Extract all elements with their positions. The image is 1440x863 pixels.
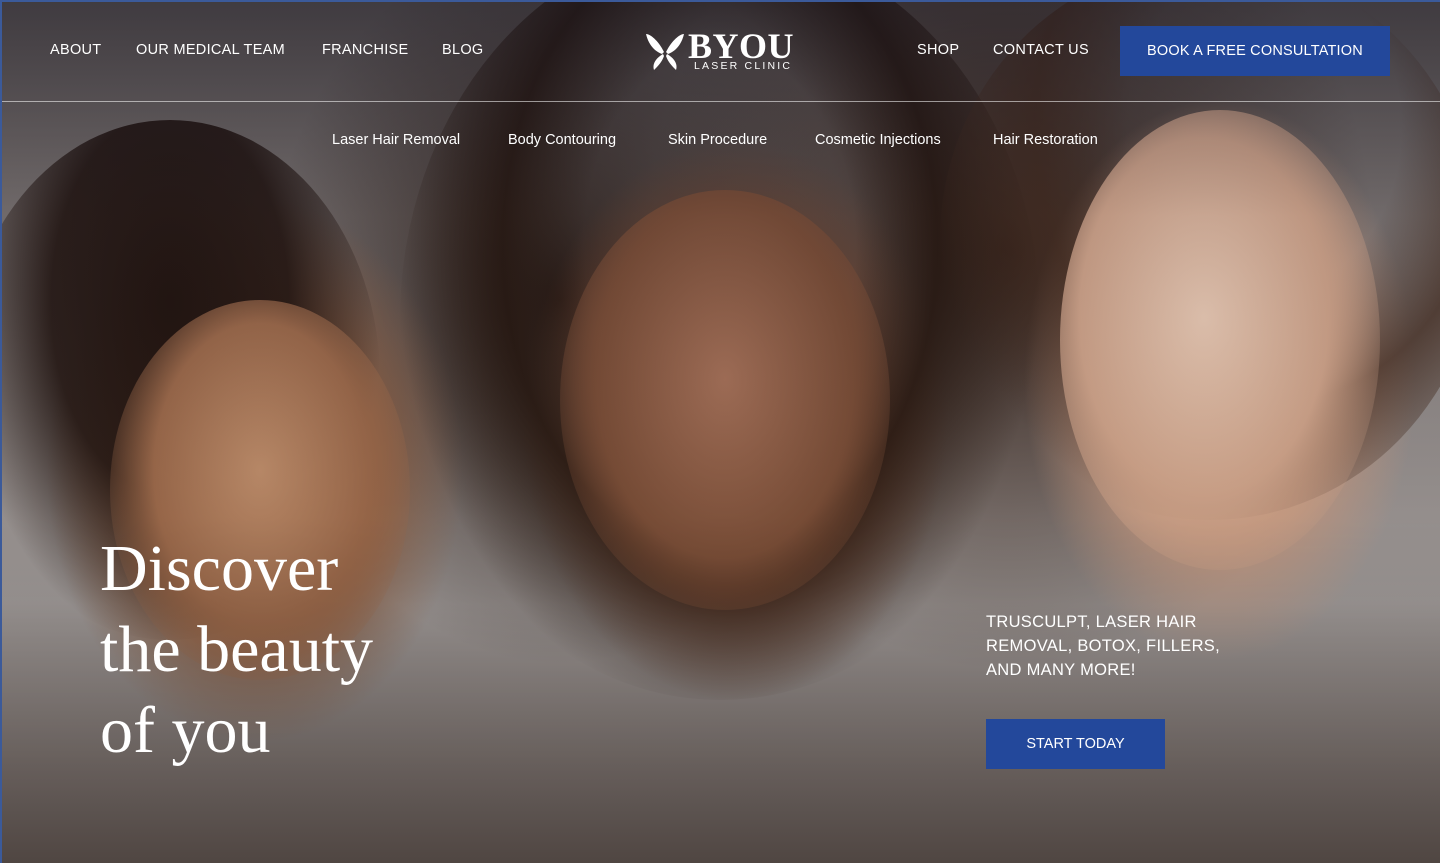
viewport-frame-left [0,0,2,863]
subnav-hair-restoration[interactable]: Hair Restoration [993,132,1098,148]
viewport-frame-top [0,0,1440,2]
site-header: ABOUT OUR MEDICAL TEAM FRANCHISE BLOG BY… [0,0,1440,102]
hero-headline: Discover the beauty of you [100,528,373,771]
start-today-button[interactable]: START TODAY [986,719,1165,769]
subnav-skin-procedure[interactable]: Skin Procedure [668,132,767,148]
hero-photo-face-middle [560,190,890,610]
nav-blog[interactable]: BLOG [442,42,484,58]
subnav-laser-hair-removal[interactable]: Laser Hair Removal [332,132,460,148]
headline-line-3: of you [100,694,271,767]
book-consultation-button[interactable]: BOOK A FREE CONSULTATION [1120,26,1390,76]
headline-line-1: Discover [100,532,339,605]
nav-about[interactable]: ABOUT [50,42,101,58]
nav-shop[interactable]: SHOP [917,42,959,58]
hero-photo-hair-middle [400,0,1040,700]
site-logo[interactable]: BYOU LASER CLINIC [644,26,796,74]
subnav-cosmetic-injections[interactable]: Cosmetic Injections [815,132,941,148]
nav-franchise[interactable]: FRANCHISE [322,42,409,58]
hero-photo-face-right [1060,110,1380,570]
services-subnav: Laser Hair Removal Body Contouring Skin … [0,130,1440,154]
headline-line-2: the beauty [100,613,374,686]
nav-medical-team[interactable]: OUR MEDICAL TEAM [136,42,285,58]
nav-contact[interactable]: CONTACT US [993,42,1089,58]
services-summary: TRUSCULPT, LASER HAIR REMOVAL, BOTOX, FI… [986,613,1220,679]
butterfly-logo-icon [646,34,684,70]
subnav-body-contouring[interactable]: Body Contouring [508,132,616,148]
logo-tagline: LASER CLINIC [694,60,793,72]
